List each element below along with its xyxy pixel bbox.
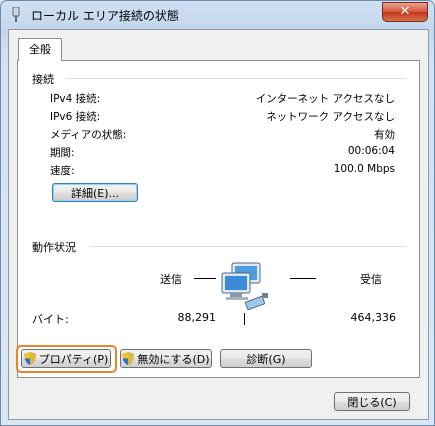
status-window: ローカル エリア接続の状態 ✕ 全般 接続 IPv4 接続: インターネット ア… [0,0,435,426]
diagnose-button[interactable]: 診断(G) [220,349,312,368]
uac-shield-icon [23,352,36,365]
ipv4-label: IPv4 接続: [50,93,101,105]
connection-divider [66,78,406,79]
title-bar: ローカル エリア接続の状態 ✕ [1,1,434,29]
window-title: ローカル エリア接続の状態 [31,9,179,23]
ipv6-value: ネットワーク アクセスなし [266,111,395,123]
bytes-label: バイト: [32,313,69,326]
sent-bytes-value: 88,291 [177,311,217,324]
media-state-label: メディアの状態: [50,129,127,141]
speed-value: 100.0 Mbps [333,163,395,175]
sent-label: 送信 [160,273,182,286]
disable-button-label: 無効にする(D) [137,353,210,366]
uac-shield-icon [122,352,135,365]
ipv4-value: インターネット アクセスなし [255,93,395,105]
tab-general[interactable]: 全般 [18,38,62,61]
network-adapter-icon [12,7,20,22]
media-state-value: 有効 [374,129,395,141]
properties-button[interactable]: プロパティ(P) [21,349,111,368]
sent-line [194,278,216,279]
received-bytes-value: 464,336 [350,311,397,324]
speed-label: 速度: [50,165,75,177]
general-panel: 接続 IPv4 接続: インターネット アクセスなし IPv6 接続: ネットワ… [16,60,420,378]
properties-button-label: プロパティ(P) [38,353,109,366]
ipv6-label: IPv6 接続: [50,111,101,123]
network-computers-icon [221,262,268,311]
disable-button[interactable]: 無効にする(D) [120,349,212,368]
duration-value: 00:06:04 [347,145,395,157]
connection-heading: 接続 [32,73,54,86]
close-button[interactable]: 閉じる(C) [334,392,410,411]
received-label: 受信 [360,273,382,286]
close-window-button[interactable]: ✕ [382,2,428,22]
duration-label: 期間: [50,147,75,159]
activity-divider [90,246,406,247]
received-line [290,278,316,279]
activity-vertical-line [244,313,245,325]
dialog-client: 全般 接続 IPv4 接続: インターネット アクセスなし IPv6 接続: ネ… [8,29,429,420]
details-button[interactable]: 詳細(E)... [52,183,138,202]
activity-heading: 動作状況 [32,241,76,254]
